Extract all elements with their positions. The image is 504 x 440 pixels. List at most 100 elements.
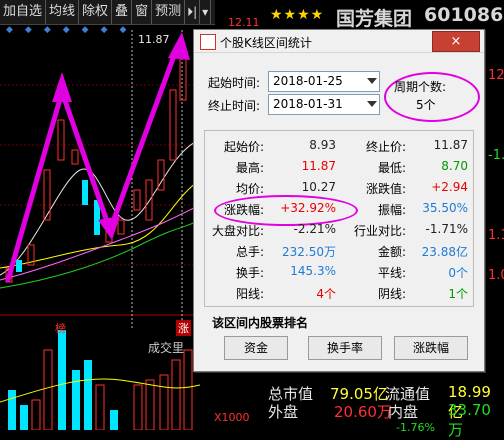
- volume-bar: [159, 374, 169, 430]
- stat-label: 平线:: [377, 266, 406, 280]
- start-time-label: 起始时间:: [208, 76, 261, 90]
- stat-label: 均价:: [235, 182, 264, 196]
- outer-volume-label: 外盘: [268, 403, 299, 421]
- selected-price-label: 11.87: [138, 33, 170, 46]
- stock-name: 国芳集团: [336, 8, 413, 30]
- rank-by-funds-button[interactable]: 资金: [224, 336, 288, 360]
- stat-value: 8.93: [309, 138, 336, 152]
- candle: [169, 89, 177, 161]
- stat-value: -1.71%: [425, 222, 468, 236]
- stat-value: 8.70: [441, 159, 468, 173]
- ranking-title: 该区间内股票排名: [212, 316, 309, 330]
- dialog-title-bar[interactable]: 个股K线区间统计 ×: [194, 30, 484, 53]
- volume-bar: [58, 330, 66, 430]
- stat-label: 起始价:: [223, 140, 264, 154]
- ex-rights-button[interactable]: 除权: [79, 0, 113, 24]
- side-value: -1.: [488, 148, 504, 163]
- stat-value: -2.21%: [293, 222, 336, 236]
- end-time-value: 2018-01-31: [273, 97, 343, 111]
- high-price-label: 12.11: [228, 16, 260, 29]
- stat-value: 145.3%: [290, 264, 336, 278]
- rank-by-turnover-button[interactable]: 换手率: [308, 336, 382, 360]
- period-count-label: 周期个数:: [394, 80, 447, 94]
- arrow-head: [98, 216, 120, 240]
- stat-value: 11.87: [301, 159, 336, 173]
- candle: [16, 260, 22, 272]
- stat-label: 总手:: [235, 245, 264, 259]
- stat-label: 振幅:: [377, 203, 406, 217]
- candle: [117, 219, 125, 235]
- stat-label: 金额:: [377, 245, 406, 259]
- kline-chart[interactable]: [0, 30, 200, 430]
- chevron-down-icon: [367, 101, 377, 107]
- skip-next-icon[interactable]: ⏵|: [185, 0, 201, 24]
- candle: [133, 189, 141, 211]
- side-value: 12.: [488, 68, 504, 83]
- volume-bar: [84, 360, 92, 430]
- stat-label: 涨跌幅:: [223, 203, 264, 217]
- stat-value: +2.94: [431, 180, 468, 194]
- flag-label: 榜: [55, 322, 66, 335]
- volume-bar: [72, 370, 80, 430]
- stat-value: 1个: [448, 287, 468, 301]
- chevron-down-icon: [367, 78, 377, 84]
- add-watchlist-button[interactable]: 加自选: [0, 0, 47, 24]
- dropdown-arrow-icon[interactable]: ▾: [200, 0, 212, 24]
- stat-value: 0个: [448, 266, 468, 280]
- volume-ma: [0, 378, 200, 403]
- candle: [71, 149, 79, 165]
- volume-bar: [145, 379, 155, 430]
- start-time-value: 2018-01-25: [273, 74, 343, 88]
- start-time-select[interactable]: 2018-01-25: [268, 71, 380, 92]
- stat-label: 阳线:: [235, 287, 264, 301]
- stat-label: 最低:: [377, 161, 406, 175]
- stat-value: 11.87: [433, 138, 468, 152]
- stat-label: 大盘对比:: [211, 224, 264, 238]
- volume-title: 成交里: [148, 341, 185, 355]
- stat-label: 行业对比:: [353, 224, 406, 238]
- volume-bar: [133, 384, 143, 430]
- candle: [57, 119, 65, 161]
- close-button[interactable]: ×: [432, 31, 480, 52]
- period-count-value: 5个: [416, 98, 436, 112]
- stat-label: 阴线:: [377, 287, 406, 301]
- dialog-title: 个股K线区间统计: [220, 36, 312, 50]
- volume-scale-label: X1000: [214, 411, 250, 424]
- stat-value: +32.92%: [280, 201, 336, 215]
- bottom-pct: -1.76%: [396, 421, 435, 434]
- stat-label: 终止价:: [365, 140, 406, 154]
- candle: [145, 179, 153, 221]
- stat-value: 35.50%: [422, 201, 468, 215]
- arrow-head: [52, 72, 72, 102]
- rating-stars: ★★★★: [270, 7, 325, 23]
- rank-by-change-button[interactable]: 涨跌幅: [394, 336, 468, 360]
- side-value: 1.0: [488, 268, 504, 283]
- volume-bar: [171, 359, 181, 430]
- forecast-button[interactable]: 预测: [152, 0, 186, 24]
- stat-value: 232.50万: [282, 245, 336, 259]
- stat-label: 最高:: [235, 161, 264, 175]
- volume-bar: [20, 405, 28, 430]
- moving-average-button[interactable]: 均线: [46, 0, 80, 24]
- chart-toolbar: 加自选 均线 除权 叠 窗 预测 ⏵| ▾: [0, 0, 215, 25]
- stat-label: 换手:: [235, 266, 264, 280]
- overlay-button[interactable]: 叠: [112, 0, 133, 24]
- end-time-label: 终止时间:: [208, 99, 261, 113]
- outer-volume-value: 20.60万: [334, 403, 392, 421]
- side-value: 1.1: [488, 228, 504, 243]
- volume-bar: [43, 349, 53, 430]
- inner-volume-label: 内盘: [388, 403, 419, 421]
- interval-stats-dialog: 个股K线区间统计 × 起始时间: 2018-01-25 终止时间: 2018-0…: [193, 29, 485, 372]
- window-button[interactable]: 窗: [132, 0, 153, 24]
- volume-bar: [8, 390, 16, 430]
- volume-bar: [110, 410, 118, 430]
- app-icon: [200, 34, 216, 50]
- stat-value: 23.88亿: [421, 245, 468, 259]
- stat-value: 4个: [316, 287, 336, 301]
- flag-label-2: 涨: [176, 320, 191, 336]
- volume-bar: [31, 399, 41, 430]
- end-time-select[interactable]: 2018-01-31: [268, 94, 380, 115]
- arrow-head: [168, 32, 190, 60]
- stat-label: 涨跌值:: [365, 182, 406, 196]
- stat-value: 10.27: [301, 180, 336, 194]
